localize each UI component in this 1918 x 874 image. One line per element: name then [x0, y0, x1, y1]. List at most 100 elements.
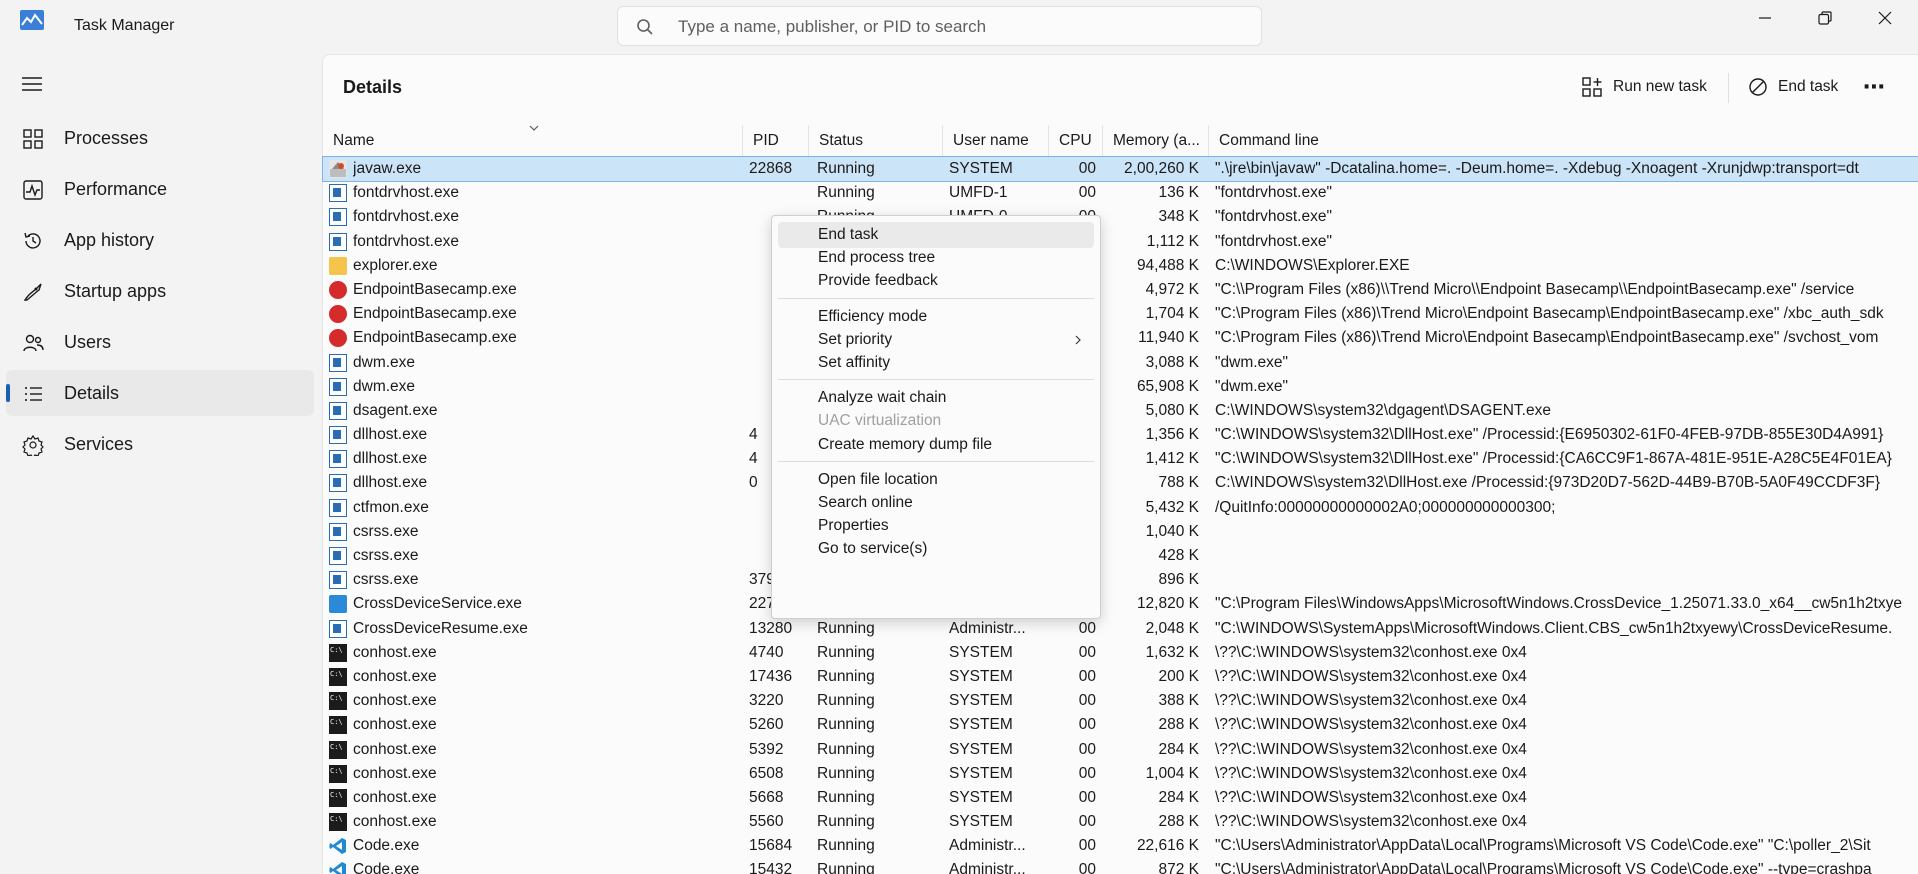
table-row[interactable]: conhost.exe 4740 Running SYSTEM 00 1,632 K \??…	[323, 641, 1918, 665]
table-row[interactable]: conhost.exe 6508 Running SYSTEM 00 1,004 K \??…	[323, 762, 1918, 786]
sidebar-item-label: App history	[64, 229, 155, 250]
table-row[interactable]: fontdrvhost.exeRunningUMFD-2001,112 K"fo…	[323, 230, 1918, 254]
table-row[interactable]: CrossDeviceResume.exe 13280 Running Adminis…	[323, 617, 1918, 641]
run-new-task-button[interactable]: Run new task	[1581, 67, 1707, 107]
table-row[interactable]: dsagent.exeRunningSYSTEM005,080 KC:\WIND…	[323, 399, 1918, 423]
menu-item-label: Set priority	[818, 330, 893, 348]
menu-item-end-task[interactable]: End task	[778, 222, 1094, 248]
column-header-cpu[interactable]: CPU	[1049, 125, 1103, 157]
sidebar-item-startup-apps[interactable]: Startup apps	[6, 268, 314, 314]
table-row[interactable]: explorer.exeRunningAdministr...0094,488 …	[323, 254, 1918, 278]
column-header-command-line[interactable]: Command line	[1209, 125, 1915, 157]
menu-item-label: Set affinity	[818, 354, 891, 371]
table-row[interactable]: EndpointBasecamp.exeRunningSYSTEM001,704…	[323, 302, 1918, 326]
process-command-line: ".\jre\bin\javaw" -Dcatalina.home=. -Deu…	[1215, 160, 1859, 177]
process-status: Running	[817, 692, 875, 710]
app-process-icon	[329, 426, 347, 445]
table-row[interactable]: EndpointBasecamp.exeRunningSYSTEM0011,94…	[323, 326, 1918, 350]
table-row[interactable]: fontdrvhost.exe Running UMFD-1 00 136 K "font…	[323, 181, 1918, 205]
process-user: SYSTEM	[949, 716, 1013, 734]
app-process-icon	[329, 547, 347, 565]
process-name: Code.exe	[353, 861, 420, 874]
table-row[interactable]: dllhost.exe4RunningAdministr...001,356 K…	[323, 423, 1918, 447]
menu-item-set-priority[interactable]: Set priority	[778, 327, 1094, 353]
table-row[interactable]: conhost.exe 5668 Running SYSTEM 00 284 K \??\C…	[323, 786, 1918, 810]
table-row[interactable]: conhost.exe 5260 Running SYSTEM 00 288 K \??\C…	[323, 713, 1918, 737]
table-row[interactable]: dllhost.exe0RunningAdministr...00788 KC:…	[323, 471, 1918, 495]
restore-button[interactable]	[1795, 0, 1855, 36]
process-user: Administr...	[949, 837, 1026, 855]
table-row[interactable]: conhost.exe 5560 Running SYSTEM 00 288 K \??\C…	[323, 810, 1918, 834]
search-input[interactable]	[678, 15, 1238, 39]
table-row[interactable]: conhost.exe 3220 Running SYSTEM 00 388 K \??\C…	[323, 689, 1918, 713]
sidebar-item-app-history[interactable]: App history	[6, 217, 314, 263]
table-row[interactable]: conhost.exe 5392 Running SYSTEM 00 284 K \??\C…	[323, 738, 1918, 762]
table-row[interactable]: csrss.exeRunningSYSTEM001,040 K	[323, 520, 1918, 544]
table-row[interactable]: CrossDeviceService.exe22708RunningAdmini…	[323, 592, 1918, 616]
table-row[interactable]: ctfmon.exeRunningAdministr...005,432 K/Q…	[323, 496, 1918, 520]
process-user: SYSTEM	[949, 643, 1013, 661]
menu-item-open-file-location[interactable]: Open file location	[778, 467, 1094, 493]
column-header-pid[interactable]: PID	[743, 125, 809, 157]
search-box[interactable]	[617, 6, 1262, 46]
process-command-line: "fontdrvhost.exe"	[1215, 184, 1332, 202]
process-cpu: 00	[1078, 667, 1096, 685]
table-row[interactable]: dwm.exeRunningDWM-1003,088 K"dwm.exe"	[323, 351, 1918, 375]
menu-item-go-to-service-s[interactable]: Go to service(s)	[778, 536, 1094, 562]
process-command-line: "fontdrvhost.exe"	[1215, 208, 1332, 226]
process-pid: 15684	[749, 837, 793, 855]
sidebar-item-processes[interactable]: Processes	[6, 115, 314, 161]
trend-process-icon	[329, 329, 347, 348]
hamburger-menu-icon[interactable]	[20, 74, 44, 94]
table-row[interactable]: dwm.exeRunningDWM-20065,908 K"dwm.exe"	[323, 375, 1918, 399]
menu-item-analyze-wait-chain[interactable]: Analyze wait chain	[778, 385, 1094, 411]
process-memory: 896 K	[1158, 571, 1199, 589]
folder-process-icon	[329, 256, 347, 275]
table-row[interactable]: Code.exe 15432 Running Administr... 00 872 K "…	[323, 858, 1918, 874]
menu-item-search-online[interactable]: Search online	[778, 490, 1094, 516]
menu-item-set-affinity[interactable]: Set affinity	[778, 350, 1094, 376]
more-options-button[interactable]: ⋯	[1863, 67, 1885, 107]
sidebar-item-label: Details	[64, 382, 120, 403]
menu-item-create-memory-dump-file[interactable]: Create memory dump file	[778, 432, 1094, 458]
menu-item-label: Provide feedback	[818, 272, 938, 290]
minimize-button[interactable]	[1735, 0, 1795, 36]
column-header-status[interactable]: Status	[809, 125, 943, 157]
process-memory: 288 K	[1158, 813, 1199, 831]
sidebar-item-details[interactable]: Details	[6, 370, 314, 416]
menu-separator	[778, 297, 1094, 299]
sidebar-item-performance[interactable]: Performance	[6, 166, 314, 212]
table-row[interactable]: csrss.exe3792RunningSYSTEM00896 K	[323, 568, 1918, 592]
process-name: conhost.exe	[353, 813, 437, 831]
process-name: CrossDeviceResume.exe	[353, 619, 528, 637]
sidebar-item-users[interactable]: Users	[6, 319, 314, 365]
column-header-username[interactable]: User name	[943, 125, 1049, 157]
process-status: Running	[817, 716, 875, 734]
table-row[interactable]: dllhost.exe4RunningAdministr...001,412 K…	[323, 447, 1918, 471]
process-name: csrss.exe	[353, 571, 419, 589]
table-row[interactable]: EndpointBasecamp.exeRunningSYSTEM004,972…	[323, 278, 1918, 302]
end-task-button[interactable]: End task	[1748, 67, 1838, 107]
menu-item-end-process-tree[interactable]: End process tree	[778, 245, 1094, 271]
menu-item-label: Open file location	[818, 470, 938, 488]
close-button[interactable]	[1855, 0, 1915, 36]
process-name: fontdrvhost.exe	[353, 208, 459, 226]
table-row[interactable]: csrss.exeRunningSYSTEM00428 K	[323, 544, 1918, 568]
process-name: Code.exe	[353, 837, 420, 855]
column-header-memory[interactable]: Memory (a...	[1103, 125, 1209, 157]
page-title: Details	[343, 77, 403, 97]
process-pid: 5392	[749, 740, 784, 758]
table-row[interactable]: Code.exe 15684 Running Administr... 00 22,616…	[323, 834, 1918, 858]
sidebar-item-services[interactable]: Services	[6, 421, 314, 467]
table-row[interactable]: fontdrvhost.exeRunningUMFD-000348 K"font…	[323, 205, 1918, 229]
table-row[interactable]: conhost.exe 17436 Running SYSTEM 00 200 K \??\…	[323, 665, 1918, 689]
table-row[interactable]: javaw.exe 22868 Running SYSTEM 00 2,00,260 K "…	[322, 155, 1918, 183]
menu-item-provide-feedback[interactable]: Provide feedback	[778, 268, 1094, 294]
sidebar-item-label: Users	[64, 331, 112, 352]
menu-item-efficiency-mode[interactable]: Efficiency mode	[778, 304, 1094, 330]
process-status: Running	[817, 788, 875, 806]
process-command-line: \??\C:\WINDOWS\system32\conhost.exe 0x4	[1215, 788, 1527, 806]
cross-process-icon	[329, 595, 347, 614]
toolbar-divider	[1728, 73, 1729, 103]
menu-item-properties[interactable]: Properties	[778, 513, 1094, 539]
